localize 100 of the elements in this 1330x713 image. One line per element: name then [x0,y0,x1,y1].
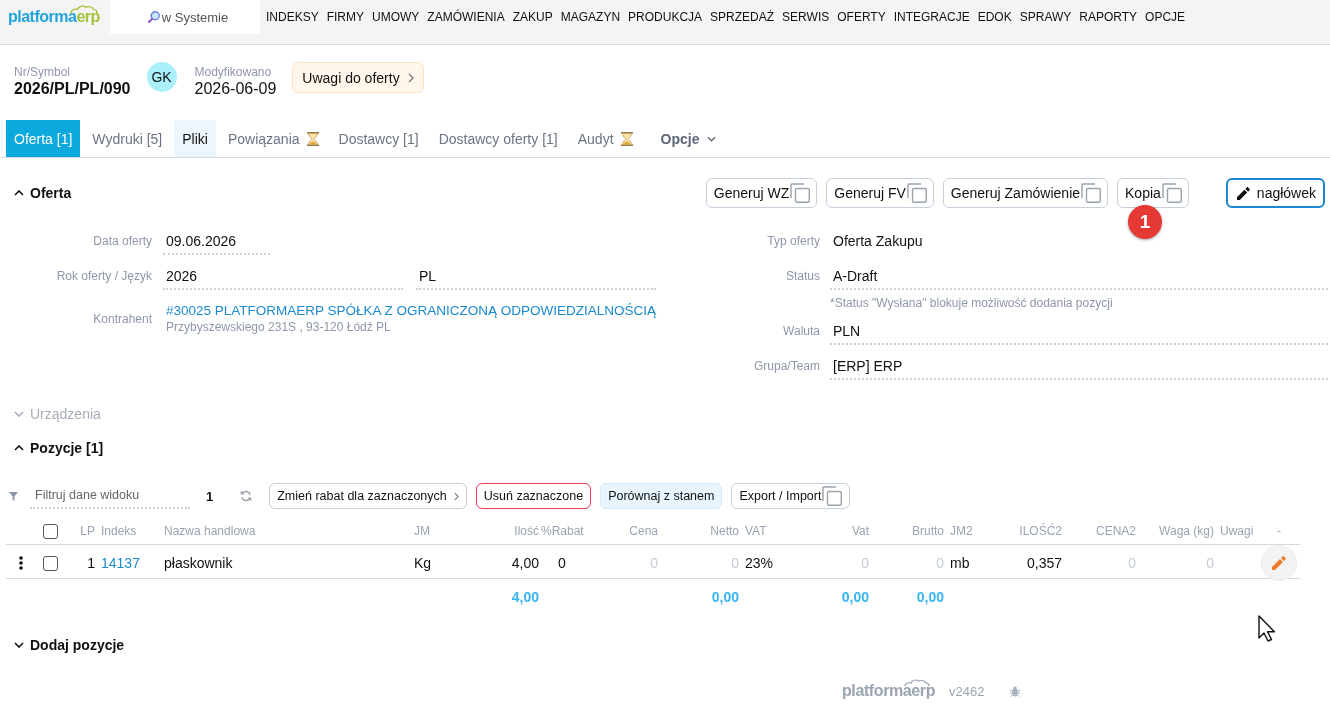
modified-label: Modyfikowano [194,65,273,79]
menu-item[interactable]: EDOK [977,10,1012,24]
menu-item[interactable]: MAGAZYN [560,10,621,24]
menu-item[interactable]: ZAKUP [512,10,553,24]
table-cell: 4,00 [511,555,539,571]
kebab-menu-icon[interactable] [19,556,23,570]
input-field[interactable]: 2026 [163,263,403,290]
table-cell: mb [950,555,970,571]
tab[interactable]: Pliki [174,120,216,157]
input-field[interactable]: PLN [830,318,1328,345]
column-total: 0,00 [711,589,739,605]
menu-item[interactable]: UMOWY [372,10,420,24]
column-header: Nazwa handlowa [164,524,256,538]
field-hint: *Status "Wysłana" blokuje możliwość dodania pozycji [830,296,1113,310]
bug-icon[interactable] [1010,685,1021,697]
column-header: JM2 [950,524,973,538]
modified-date: 2026-06-09 [194,79,277,99]
menu-item[interactable]: PRODUKCJA [628,10,703,24]
column-header: CENA2 [1096,524,1136,538]
field-label: Grupa/Team [752,358,820,375]
action-button[interactable]: Generuj WZ [705,178,818,208]
menu-item[interactable]: OPCJE [1145,10,1186,24]
section-toggle[interactable]: Pozycje [1] [14,438,104,458]
column-header: VAT [745,524,767,538]
search-field[interactable]: w Systemie [110,0,260,34]
input-field[interactable]: [ERP] ERP [830,353,1328,380]
symbol-value: 2026/PL/PL/090 [14,79,131,99]
field-value: Oferta Zakupu [832,232,923,251]
table-cell: 0 [650,555,658,571]
filter-field[interactable]: Filtruj dane widoku [30,483,190,509]
copy-icon [1081,183,1102,203]
table-cell: 0 [936,555,944,571]
contractor-address: Przybyszewskiego 231S , 93-120 Łódź PL [165,320,391,334]
footer-logo: platformaerp [842,682,935,700]
contractor-link[interactable]: #30025 PLATFORMAERP SPÓŁKA Z OGRANICZONĄ ODPOWIEDZIALNOŚCIĄ [163,302,657,320]
column-header: ILOŚĆ2 [1019,524,1062,538]
menu-item[interactable]: SERWIS [782,10,830,24]
tab[interactable]: Audyt [569,120,641,157]
filter-icon[interactable] [9,491,18,501]
table-cell: 23% [745,555,774,571]
action-button[interactable]: Generuj Zamówienie [942,178,1109,208]
menu-item[interactable]: SPRZEDAŻ [710,10,775,24]
action-button[interactable]: Generuj FV [826,178,934,208]
menu-item[interactable]: OFERTY [837,10,886,24]
menu-item[interactable]: FIRMY [326,10,365,24]
toolbar-button[interactable]: Zmień rabat dla zaznaczonych [269,483,467,509]
toolbar-button[interactable]: Export / Import [731,483,851,509]
field-label: Rok oferty / Język [55,268,152,285]
input-field[interactable]: A-Draft [830,263,1328,290]
column-header: Uwagi [1220,524,1254,538]
column-header: Netto [710,524,739,538]
tab[interactable]: Dostawcy [1] [330,120,427,157]
table-cell: 0,357 [1026,555,1062,571]
menu-item[interactable]: INDEKSY [266,10,319,24]
tab[interactable]: Dostawcy oferty [1] [430,120,566,157]
field-label: Typ oferty [766,233,820,250]
refresh-icon[interactable] [240,490,253,502]
row-count: 1 [206,488,214,504]
field-label: Data oferty [92,233,152,250]
action-button[interactable]: nagłówek [1225,178,1325,208]
copy-icon [906,183,927,203]
copy-icon [1161,183,1182,203]
table-cell: 0 [1128,555,1136,571]
column-header: JM [414,524,430,538]
checkbox[interactable] [43,523,58,539]
user-avatar: GK [146,62,177,92]
field-label: Waluta [782,323,820,340]
column-header: Waga (kg) [1159,524,1214,538]
version-label: v2462 [949,683,985,699]
input-field[interactable]: 09.06.2026 [163,228,270,255]
pencil-icon [1236,186,1250,200]
options-dropdown[interactable]: Opcje [652,120,725,157]
tab[interactable]: Wydruki [5] [84,120,171,157]
search-icon [148,11,160,23]
menu-item[interactable]: ZAMÓWIENIA [427,10,505,24]
menu-item[interactable]: RAPORTY [1079,10,1138,24]
toolbar-button[interactable]: Usuń zaznaczone [475,483,592,509]
mouse-cursor-icon [1258,615,1278,642]
table-cell: 0 [558,555,566,571]
column-header: Vat [851,524,869,538]
chevron-right-icon [407,72,414,83]
copy-icon [790,183,811,203]
menu-item[interactable]: INTEGRACJE [893,10,970,24]
column-header: Brutto [912,524,944,538]
edit-row-button[interactable] [1261,545,1297,581]
toolbar-button[interactable]: Porównaj z stanem [600,483,723,509]
action-button[interactable]: Kopia [1117,178,1189,208]
column-total: 0,00 [916,589,944,605]
section-toggle[interactable]: Dodaj pozycje [14,635,125,655]
table-cell: 0 [1206,555,1214,571]
input-field[interactable]: PL [416,263,656,290]
menu-item[interactable]: SPRAWY [1019,10,1072,24]
notes-button[interactable]: Uwagi do oferty [292,62,424,93]
field-label: Kontrahent [92,311,152,327]
checkbox[interactable] [43,555,58,571]
column-header: Ilość [514,524,539,538]
tab[interactable]: Powiązania [219,120,327,157]
item-link[interactable]: 14137 [101,555,140,571]
section-toggle[interactable]: Oferta [14,183,72,203]
table-cell: 1 [87,555,95,571]
